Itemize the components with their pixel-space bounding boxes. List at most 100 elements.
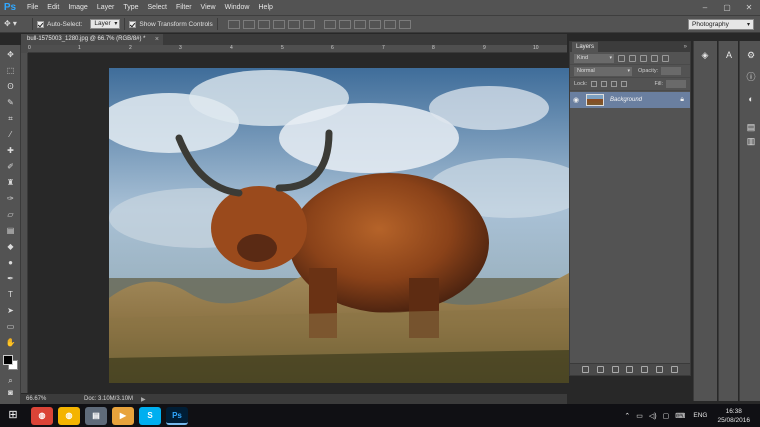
collapse-panel-icon[interactable]: » [684,42,687,52]
align-center-icon[interactable] [287,19,300,29]
canvas-area[interactable] [28,53,569,393]
align-middle-icon[interactable] [242,19,255,29]
gradient-tool-icon[interactable]: ▤ [3,225,18,237]
close-tab-icon[interactable]: × [155,34,159,45]
align-top-icon[interactable] [227,19,240,29]
fill-field[interactable] [666,80,686,88]
menu-select[interactable]: Select [148,0,167,15]
adjustments-icon[interactable]: ⚙ [745,49,757,61]
kind-filter-dropdown[interactable]: Kind [574,53,614,63]
lock-position-icon[interactable] [611,81,618,87]
menu-help[interactable]: Help [259,0,273,15]
brush-tool-icon[interactable]: ✐ [3,161,18,173]
crop-tool-icon[interactable]: ⌗ [3,113,18,125]
history-brush-icon[interactable]: ✑ [3,193,18,205]
type-tool-icon[interactable]: T [3,289,18,301]
shape-filter-icon[interactable] [651,54,658,62]
quick-select-tool-icon[interactable]: ✎ [3,97,18,109]
new-group-icon[interactable] [641,366,649,373]
info-icon[interactable]: ⓘ [745,71,757,83]
file-explorer-icon[interactable]: ▤ [85,406,107,425]
delete-layer-icon[interactable] [670,366,678,373]
shape-tool-icon[interactable]: ▭ [3,321,18,333]
zoom-level[interactable]: 66.67% [26,396,56,402]
move-tool-icon[interactable]: ✥ ▾ [4,17,28,31]
healing-brush-icon[interactable]: ✚ [3,145,18,157]
lock-pixels-icon[interactable] [601,81,608,87]
distribute-bottom-icon[interactable] [353,19,366,29]
distribute-right-icon[interactable] [398,19,411,29]
lock-all-icon[interactable] [621,81,628,87]
blur-tool-icon[interactable]: ◆ [3,241,18,253]
history-icon[interactable]: ▤ [745,121,757,133]
align-left-icon[interactable] [272,19,285,29]
smart-object-filter-icon[interactable] [662,54,669,62]
transform-controls-checkbox[interactable] [129,20,137,28]
opacity-field[interactable] [661,67,682,75]
distribute-center-icon[interactable] [383,19,396,29]
layer-style-icon[interactable] [596,366,604,373]
document-size[interactable]: Doc: 3.10M/3.10M [84,396,133,402]
lasso-tool-icon[interactable]: ʘ [3,81,18,93]
actions-icon[interactable]: ▥ [745,135,757,147]
lock-transparent-icon[interactable] [591,81,598,87]
auto-select-dropdown[interactable]: Layer [90,19,121,29]
new-layer-icon[interactable] [656,366,664,373]
horizontal-ruler[interactable]: 0 1 2 3 4 5 6 7 8 9 10 [28,45,567,53]
chevron-up-icon[interactable]: ⌃ [624,412,630,420]
layers-stack-icon[interactable]: ◈ [699,49,711,61]
layer-row-background[interactable]: ◉ Background 🔒︎ [570,92,690,108]
network-icon[interactable]: ▭ [636,412,643,420]
visibility-eye-icon[interactable]: ◉ [570,96,582,104]
maximize-button[interactable]: ▢ [716,0,738,15]
chrome-icon[interactable]: ◍ [58,406,80,425]
clock[interactable]: 16:38 25/08/2016 [717,407,750,425]
dodge-tool-icon[interactable]: ● [3,257,18,269]
keyboard-icon[interactable]: ⌨ [675,412,685,420]
add-mask-icon[interactable] [611,366,619,373]
menu-layer[interactable]: Layer [97,0,115,15]
notifications-icon[interactable]: ▢ [663,412,670,420]
marquee-tool-icon[interactable]: ⬚ [3,65,18,77]
clone-stamp-icon[interactable]: ♜ [3,177,18,189]
minimize-button[interactable]: – [694,0,716,15]
adjustment-filter-icon[interactable] [629,54,636,62]
type-filter-icon[interactable] [640,54,647,62]
pen-tool-icon[interactable]: ✒ [3,273,18,285]
close-button[interactable]: ✕ [738,0,760,15]
adjustment-layer-icon[interactable] [626,366,634,373]
menu-type[interactable]: Type [123,0,138,15]
menu-image[interactable]: Image [68,0,87,15]
status-menu-arrow-icon[interactable]: ▶ [141,396,146,403]
menu-view[interactable]: View [201,0,216,15]
menu-file[interactable]: File [27,0,38,15]
vertical-ruler[interactable] [21,53,28,393]
input-language[interactable]: ENG [693,412,707,419]
eraser-tool-icon[interactable]: ▱ [3,209,18,221]
workspace-switcher[interactable]: Photography [688,19,754,30]
align-bottom-icon[interactable] [257,19,270,29]
align-right-icon[interactable] [302,19,315,29]
document-image[interactable] [109,68,569,383]
distribute-middle-icon[interactable] [338,19,351,29]
move-tool-icon[interactable]: ✥ [3,49,18,61]
link-layers-icon[interactable] [581,366,589,373]
windows-start-icon[interactable]: ⊞ [0,404,26,427]
foreground-color-swatch[interactable] [3,355,13,365]
hand-tool-icon[interactable]: ✋ [3,337,18,349]
volume-icon[interactable]: ◁) [649,412,657,420]
tab-layers[interactable]: Layers [572,42,599,52]
layer-name[interactable]: Background [610,97,642,103]
eyedropper-tool-icon[interactable]: ⁄ [3,129,18,141]
menu-edit[interactable]: Edit [47,0,59,15]
character-panel-icon[interactable]: A [723,49,735,61]
auto-select-checkbox[interactable] [37,20,44,28]
blend-mode-dropdown[interactable]: Normal [574,66,632,76]
color-panel-icon[interactable]: ◐ [745,93,757,105]
distribute-left-icon[interactable] [368,19,381,29]
quick-mask-icon[interactable]: ◙ [3,387,18,399]
zoom-tool-icon[interactable]: ⌕ [3,375,18,387]
pixel-filter-icon[interactable] [618,54,625,62]
document-tab[interactable]: bull-1575003_1280.jpg @ 66.7% (RGB/8#) *… [21,34,163,45]
menu-filter[interactable]: Filter [176,0,192,15]
